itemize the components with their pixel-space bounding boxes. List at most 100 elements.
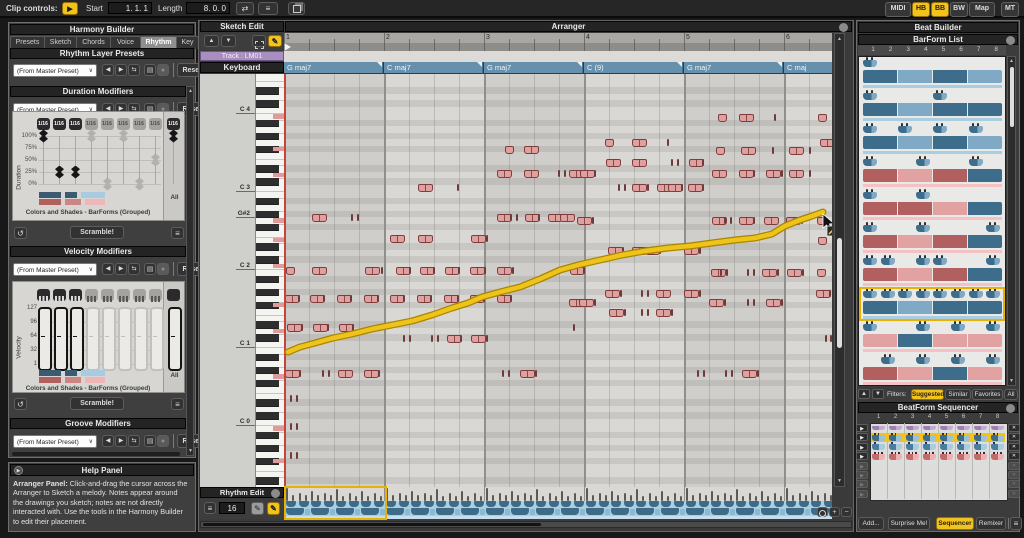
velocity-delete-button[interactable]: ● — [157, 263, 169, 275]
barform-row[interactable] — [861, 290, 1005, 321]
beatform-small[interactable] — [586, 501, 596, 507]
rhythm-tick[interactable] — [624, 493, 626, 501]
duration-scramble-button[interactable]: Scramble! — [70, 226, 124, 239]
seq-beatform[interactable] — [940, 454, 953, 460]
bf-scroll-down-icon[interactable]: ▼ — [1009, 378, 1014, 384]
rhythm-tick[interactable] — [536, 489, 538, 501]
chord-region[interactable]: C (9) — [584, 62, 683, 73]
help-collapse-button[interactable]: ▶ — [14, 466, 23, 475]
rhythm-tick[interactable] — [324, 493, 326, 501]
rhythm-tick[interactable] — [799, 493, 801, 501]
velocity-slider[interactable] — [86, 307, 100, 371]
sketch-brush-button[interactable]: ✎ — [268, 35, 282, 47]
barform-scrollbar[interactable]: ▲ ▼ — [1007, 56, 1016, 386]
velocity-badge[interactable] — [101, 289, 114, 301]
beatform-large[interactable] — [761, 508, 779, 515]
seq-beatform[interactable] — [906, 454, 919, 460]
velocity-slider[interactable] — [54, 307, 68, 371]
barform-next-button[interactable]: ▼ — [872, 389, 884, 399]
rhythm-layer-prev-button[interactable]: ◀ — [102, 64, 114, 76]
barform-list-help-icon[interactable] — [1006, 36, 1015, 45]
rhythm-tick[interactable] — [736, 489, 738, 501]
seq-beatform[interactable] — [872, 454, 885, 460]
seq-beatform[interactable] — [889, 435, 902, 441]
chord-region[interactable]: C maj — [784, 62, 832, 73]
seq-play-button[interactable]: ▶ — [856, 480, 868, 488]
start-value[interactable]: 1. 1. 1 — [108, 2, 152, 14]
rhythm-tick[interactable] — [449, 493, 451, 501]
rhythm-tick[interactable] — [474, 493, 476, 501]
beatform-small[interactable] — [499, 501, 509, 507]
barform-row[interactable] — [861, 323, 1005, 354]
filter-suggested[interactable]: Suggested — [911, 389, 944, 400]
velocity-save-button[interactable]: ▤ — [144, 263, 156, 275]
seq-beatform[interactable] — [974, 426, 987, 431]
seq-beatform[interactable] — [957, 454, 970, 460]
duration-badge[interactable]: 1/16 — [37, 118, 50, 130]
beatform-small[interactable] — [711, 501, 721, 507]
seq-remove-button[interactable]: ✕ — [1008, 480, 1020, 488]
beatform-small[interactable] — [774, 501, 784, 507]
piano-keyboard[interactable] — [255, 74, 284, 487]
seq-play-button[interactable]: ▶ — [856, 443, 868, 451]
seq-beatform[interactable] — [974, 444, 987, 450]
sequencer-help-icon[interactable] — [1006, 404, 1015, 413]
beatform-small[interactable] — [749, 501, 759, 507]
beatform-small[interactable] — [636, 501, 646, 507]
beatform-large[interactable] — [361, 508, 379, 515]
beatform-small[interactable] — [599, 501, 609, 507]
seq-beatform[interactable] — [872, 426, 885, 431]
chord-region[interactable]: C maj7 — [384, 62, 483, 73]
rhythm-tick[interactable] — [586, 488, 588, 501]
duration-badge[interactable]: 1/16 — [69, 118, 82, 130]
seq-beatform[interactable] — [906, 444, 919, 450]
beatform-large[interactable] — [586, 508, 604, 515]
rhythm-layer-next-button[interactable]: ▶ — [115, 64, 127, 76]
beatform-small[interactable] — [724, 501, 734, 507]
velocity-badge[interactable] — [37, 289, 50, 301]
duration-badge-all[interactable]: 1/16 — [167, 118, 180, 130]
duplicate-button[interactable] — [288, 2, 305, 15]
beatform-large[interactable] — [336, 508, 354, 515]
rhythm-pencil-button[interactable]: ✎ — [267, 502, 280, 515]
rhythm-tick[interactable] — [499, 493, 501, 501]
zoom-in-button[interactable]: + — [829, 507, 840, 517]
seq-beatform[interactable] — [974, 435, 987, 441]
velocity-slider[interactable] — [38, 307, 52, 371]
seq-remove-button[interactable]: ✕ — [1008, 452, 1020, 460]
barform-row[interactable] — [861, 356, 1005, 386]
seq-beatform[interactable] — [991, 444, 1004, 450]
scroll-down-icon[interactable]: ▼ — [188, 448, 193, 454]
keys-view-button[interactable]: ≡ — [258, 2, 278, 15]
groove-prev-button[interactable]: ◀ — [102, 435, 114, 447]
rhythm-tick[interactable] — [311, 491, 313, 501]
velocity-badge[interactable] — [69, 289, 82, 301]
beatform-small[interactable] — [361, 501, 371, 507]
rhythm-strip[interactable] — [284, 487, 832, 519]
beatform-small[interactable] — [449, 501, 459, 507]
beatform-small[interactable] — [374, 501, 384, 507]
seq-beatform[interactable] — [906, 435, 919, 441]
seq-play-button[interactable]: ▶ — [856, 433, 868, 441]
barform-row[interactable] — [861, 92, 1005, 123]
seq-play-button[interactable]: ▶ — [856, 471, 868, 479]
timeline-ruler[interactable]: 123456 — [284, 33, 832, 43]
rhythm-layer-delete-button[interactable]: ● — [157, 64, 169, 76]
beatform-small[interactable] — [536, 501, 546, 507]
velocity-badge[interactable] — [117, 289, 130, 301]
duration-refresh-button[interactable]: ↺ — [14, 227, 27, 239]
beatform-large[interactable] — [786, 508, 804, 515]
duration-menu-button[interactable]: ≡ — [171, 227, 184, 239]
rhythm-tick[interactable] — [336, 489, 338, 501]
seq-remove-button[interactable]: ✕ — [1008, 424, 1020, 432]
beatform-large[interactable] — [736, 508, 754, 515]
groove-save-button[interactable]: ▤ — [144, 435, 156, 447]
beatform-small[interactable] — [561, 501, 571, 507]
beatform-small[interactable] — [336, 501, 346, 507]
beatform-small[interactable] — [299, 501, 309, 507]
rhythm-tick[interactable] — [461, 491, 463, 501]
arranger-hscrollbar[interactable] — [200, 521, 852, 528]
beatform-large[interactable] — [436, 508, 454, 515]
velocity-slider[interactable] — [134, 307, 148, 371]
rhythm-tick[interactable] — [674, 493, 676, 501]
